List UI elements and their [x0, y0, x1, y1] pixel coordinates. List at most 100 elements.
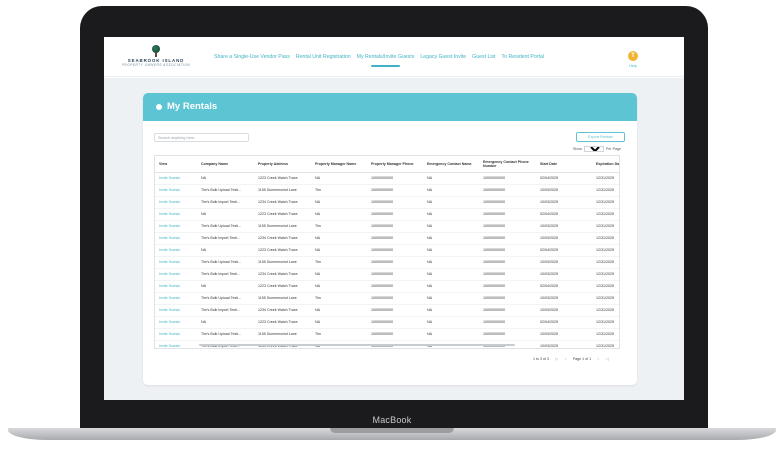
column-header[interactable]: Property Manager Phone — [367, 156, 423, 173]
table-cell: 02/04/2025 — [536, 172, 592, 185]
column-header[interactable]: View — [155, 156, 197, 173]
column-header[interactable]: Start Date — [536, 156, 592, 173]
logo-subtitle: PROPERTY OWNERS ASSOCIATION — [121, 63, 191, 67]
help-link[interactable]: Help — [626, 64, 640, 68]
table-cell: 10000000000 — [479, 196, 536, 209]
invite-guests-link[interactable]: Invite Guests — [155, 196, 197, 209]
table-cell: Tim's Bulk Import Testi... — [197, 304, 254, 317]
table-cell: 10000000000 — [479, 232, 536, 245]
table-cell: NA — [423, 220, 479, 233]
next-page-icon[interactable]: > — [597, 356, 599, 361]
invite-guests-link[interactable]: Invite Guests — [155, 208, 197, 221]
table-cell: NA — [311, 196, 367, 209]
table-cell: NA — [423, 304, 479, 317]
column-header[interactable]: Property Address — [254, 156, 311, 173]
table-cell: NA — [423, 184, 479, 197]
table-cell: 10/03/2025 — [536, 184, 592, 197]
table-cell: 1234 Creek Watch Trace — [254, 268, 311, 281]
invite-guests-link[interactable]: Invite Guests — [155, 268, 197, 281]
rentals-panel: My Rentals Export Rentals Show 25 Per Pa… — [143, 93, 637, 385]
invite-guests-link[interactable]: Invite Guests — [155, 244, 197, 257]
invite-guests-link[interactable]: Invite Guests — [155, 256, 197, 269]
export-rentals-button[interactable]: Export Rentals — [576, 132, 625, 142]
table-row: Invite Guests NA 1223 Creek Watch Trace NA 1… — [155, 172, 619, 185]
table-row: Invite Guests Tim's Bulk Upload Testi... 1… — [155, 328, 619, 341]
nav-item-0[interactable]: Share a Single-Use Vendor Pass — [214, 54, 290, 60]
page-label: Page 1 of 1 — [572, 356, 592, 361]
avatar[interactable]: T — [628, 51, 638, 61]
table-cell: NA — [197, 244, 254, 257]
first-page-icon[interactable]: |< — [555, 356, 558, 361]
prev-page-icon[interactable]: < — [564, 356, 566, 361]
table-cell: Tim's Bulk Upload Testi... — [197, 328, 254, 341]
nav-item-5[interactable]: To Resident Portal — [502, 54, 544, 60]
invite-guests-link[interactable]: Invite Guests — [155, 304, 197, 317]
table-cell: 12/31/2025 — [592, 304, 619, 317]
invite-guests-link[interactable]: Invite Guests — [155, 340, 197, 348]
table-row: Invite Guests Tim's Bulk Upload Testi... 1… — [155, 184, 619, 197]
invite-guests-link[interactable]: Invite Guests — [155, 232, 197, 245]
invite-guests-link[interactable]: Invite Guests — [155, 172, 197, 185]
column-header[interactable]: Emergency Contact Name — [423, 156, 479, 173]
table-cell: 10000000000 — [367, 208, 423, 221]
last-page-icon[interactable]: >| — [605, 356, 608, 361]
page-title: My Rentals — [167, 101, 218, 112]
table-cell: 10/03/2025 — [536, 340, 592, 348]
nav-item-4[interactable]: Guest List — [472, 54, 495, 60]
table-cell: NA — [197, 172, 254, 185]
table-cell: 10000000000 — [367, 232, 423, 245]
invite-guests-link[interactable]: Invite Guests — [155, 316, 197, 329]
table-cell: NA — [423, 316, 479, 329]
search-input[interactable] — [154, 133, 249, 142]
table-cell: 10/03/2025 — [536, 292, 592, 305]
column-header[interactable]: Company Name — [197, 156, 254, 173]
table-cell: NA — [311, 304, 367, 317]
app-screen: SEABROOK ISLAND PROPERTY OWNERS ASSOCIAT… — [104, 37, 684, 400]
invite-guests-link[interactable]: Invite Guests — [155, 280, 197, 293]
table-cell: NA — [311, 232, 367, 245]
table-cell: 10000000000 — [367, 196, 423, 209]
nav-item-3[interactable]: Legacy Guest Invite — [420, 54, 466, 60]
table-row: Invite Guests NA 1223 Creek Watch Trace NA 1… — [155, 280, 619, 293]
nav-item-1[interactable]: Rental Unit Registration — [296, 54, 351, 60]
table-cell: NA — [311, 316, 367, 329]
range-label: 1 to 3 of 3 — [533, 356, 549, 361]
macbook-mockup: MacBook SEABROOK ISLAND PROPERTY OWNERS … — [0, 0, 784, 455]
table-cell: 10/03/2025 — [536, 268, 592, 281]
table-cell: 12/31/2025 — [592, 328, 619, 341]
user-menu[interactable]: T Help — [626, 51, 640, 68]
table-cell: 10000000000 — [367, 256, 423, 269]
per-page-select[interactable]: 25 — [584, 146, 604, 152]
column-header[interactable]: Emergency Contact Phone Number — [479, 156, 536, 173]
per-page-control: Show 25 Per Page — [573, 146, 621, 152]
table-cell: NA — [197, 316, 254, 329]
palm-tree-icon — [151, 45, 161, 57]
table-cell: 02/04/2025 — [536, 316, 592, 329]
table-cell: 1234 Creek Watch Trace — [254, 304, 311, 317]
column-header[interactable]: Property Manager Name — [311, 156, 367, 173]
table-cell: 10000000000 — [367, 316, 423, 329]
table-cell: 1155 Summerwind Lane — [254, 292, 311, 305]
nav-item-2[interactable]: My Rentals/Invite Guests — [357, 54, 414, 67]
table-cell: 1223 Creek Watch Trace — [254, 244, 311, 257]
invite-guests-link[interactable]: Invite Guests — [155, 220, 197, 233]
horizontal-scrollbar[interactable] — [199, 344, 515, 346]
table-cell: 12/31/2025 — [592, 292, 619, 305]
table-cell: 10000000000 — [367, 244, 423, 257]
table-cell: 1223 Creek Watch Trace — [254, 208, 311, 221]
table-header-row: View Company Name Property Address Property… — [155, 156, 619, 173]
invite-guests-link[interactable]: Invite Guests — [155, 328, 197, 341]
table-cell: 10000000000 — [367, 268, 423, 281]
table-cell: 1155 Summerwind Lane — [254, 256, 311, 269]
invite-guests-link[interactable]: Invite Guests — [155, 292, 197, 305]
column-header[interactable]: Expiration Date — [592, 156, 619, 173]
table-cell: 1234 Creek Watch Trace — [254, 196, 311, 209]
table-cell: 12/31/2025 — [592, 208, 619, 221]
table-cell: 10000000000 — [479, 280, 536, 293]
table-cell: 10000000000 — [367, 292, 423, 305]
invite-guests-link[interactable]: Invite Guests — [155, 184, 197, 197]
table-cell: Tim — [311, 292, 367, 305]
table-cell: NA — [423, 244, 479, 257]
logo[interactable]: SEABROOK ISLAND PROPERTY OWNERS ASSOCIAT… — [116, 45, 196, 71]
table-cell: 10000000000 — [479, 172, 536, 185]
